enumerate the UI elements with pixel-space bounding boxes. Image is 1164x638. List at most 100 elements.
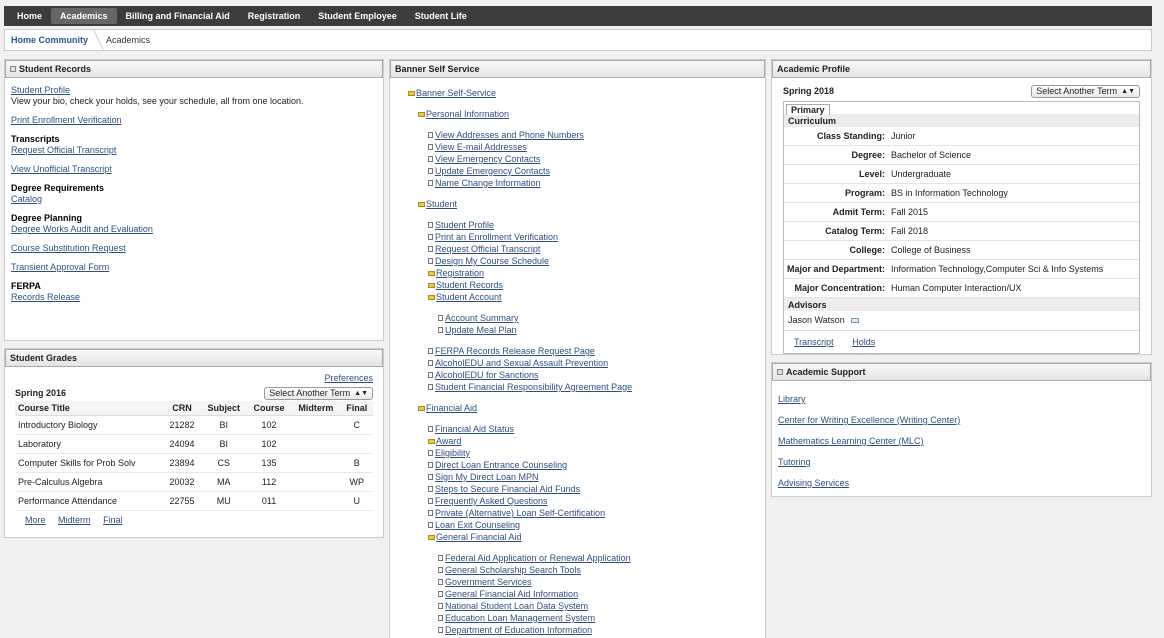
menu-tree-link[interactable]: Student Financial Responsibility Agreeme… xyxy=(435,382,632,392)
menu-tree-link[interactable]: National Student Loan Data System xyxy=(445,601,588,611)
menu-tree-item[interactable]: Financial Aid Status xyxy=(408,423,765,435)
menu-tree-link[interactable]: Banner Self-Service xyxy=(416,88,496,98)
menu-tree-item[interactable]: Award xyxy=(408,435,765,447)
nav-tab-student-employee[interactable]: Student Employee xyxy=(309,8,406,24)
menu-tree-link[interactable]: Direct Loan Entrance Counseling xyxy=(435,460,567,470)
menu-tree-item[interactable]: FERPA Records Release Request Page xyxy=(408,345,765,357)
tab-primary[interactable]: Primary xyxy=(786,104,830,115)
menu-tree-item[interactable]: Student Account xyxy=(408,291,765,303)
menu-tree-item[interactable]: Direct Loan Entrance Counseling xyxy=(408,459,765,471)
menu-tree-link[interactable]: Financial Aid Status xyxy=(435,424,514,434)
menu-tree-item[interactable]: Update Emergency Contacts xyxy=(408,165,765,177)
menu-tree-item[interactable]: Personal Information xyxy=(408,108,765,120)
menu-tree-link[interactable]: Loan Exit Counseling xyxy=(435,520,520,530)
menu-tree-link[interactable]: Student Profile xyxy=(435,220,494,230)
menu-tree-link[interactable]: Request Official Transcript xyxy=(435,244,540,254)
menu-tree-link[interactable]: Account Summary xyxy=(445,313,519,323)
student-profile-link[interactable]: Student Profile xyxy=(11,85,70,95)
menu-tree-item[interactable]: Banner Self-Service xyxy=(408,87,765,99)
nav-tab-academics[interactable]: Academics xyxy=(51,8,117,24)
menu-tree-item[interactable]: Student Financial Responsibility Agreeme… xyxy=(408,381,765,393)
final-link[interactable]: Final xyxy=(103,515,123,525)
menu-tree-link[interactable]: Personal Information xyxy=(426,109,509,119)
menu-tree-link[interactable]: Award xyxy=(436,436,461,446)
menu-tree-link[interactable]: General Scholarship Search Tools xyxy=(445,565,581,575)
menu-tree-item[interactable]: AlcoholEDU for Sanctions xyxy=(408,369,765,381)
collapse-icon[interactable] xyxy=(10,66,16,72)
menu-tree-link[interactable]: Federal Aid Application or Renewal Appli… xyxy=(445,553,631,563)
email-icon[interactable] xyxy=(851,318,860,323)
menu-tree-link[interactable]: Design My Course Schedule xyxy=(435,256,549,266)
menu-tree-link[interactable]: General Financial Aid xyxy=(436,532,522,542)
menu-tree-link[interactable]: AlcoholEDU for Sanctions xyxy=(435,370,539,380)
transient-approval-link[interactable]: Transient Approval Form xyxy=(11,262,109,272)
more-link[interactable]: More xyxy=(25,515,46,525)
nav-tab-home[interactable]: Home xyxy=(8,8,51,24)
menu-tree-item[interactable]: Account Summary xyxy=(408,312,765,324)
menu-tree-item[interactable]: Registration xyxy=(408,267,765,279)
preferences-link[interactable]: Preferences xyxy=(324,373,373,383)
print-enrollment-link[interactable]: Print Enrollment Verification xyxy=(11,115,122,125)
menu-tree-link[interactable]: General Financial Aid Information xyxy=(445,589,578,599)
request-transcript-link[interactable]: Request Official Transcript xyxy=(11,145,116,155)
menu-tree-link[interactable]: AlcoholEDU and Sexual Assault Prevention xyxy=(435,358,608,368)
nav-tab-student-life[interactable]: Student Life xyxy=(406,8,476,24)
menu-tree-link[interactable]: Update Emergency Contacts xyxy=(435,166,550,176)
tutoring-link[interactable]: Tutoring xyxy=(778,457,811,467)
menu-tree-item[interactable]: View E-mail Addresses xyxy=(408,141,765,153)
menu-tree-item[interactable]: View Addresses and Phone Numbers xyxy=(408,129,765,141)
nav-tab-registration[interactable]: Registration xyxy=(239,8,310,24)
menu-tree-item[interactable]: Eligibility xyxy=(408,447,765,459)
menu-tree-item[interactable]: General Scholarship Search Tools xyxy=(408,564,765,576)
menu-tree-link[interactable]: Sign My Direct Loan MPN xyxy=(435,472,539,482)
catalog-link[interactable]: Catalog xyxy=(11,194,42,204)
menu-tree-item[interactable]: Update Meal Plan xyxy=(408,324,765,336)
menu-tree-link[interactable]: View Emergency Contacts xyxy=(435,154,540,164)
menu-tree-item[interactable]: Education Loan Management System xyxy=(408,612,765,624)
nav-tab-billing[interactable]: Billing and Financial Aid xyxy=(117,8,239,24)
advising-services-link[interactable]: Advising Services xyxy=(778,478,849,488)
menu-tree-item[interactable]: Student Records xyxy=(408,279,765,291)
records-release-link[interactable]: Records Release xyxy=(11,292,80,302)
midterm-link[interactable]: Midterm xyxy=(58,515,91,525)
profile-term-select[interactable]: Select Another Term ▲▼ xyxy=(1031,84,1140,98)
unofficial-transcript-link[interactable]: View Unofficial Transcript xyxy=(11,164,112,174)
menu-tree-link[interactable]: FERPA Records Release Request Page xyxy=(435,346,595,356)
holds-link[interactable]: Holds xyxy=(852,337,875,347)
menu-tree-link[interactable]: Private (Alternative) Loan Self-Certific… xyxy=(435,508,605,518)
breadcrumb-home-link[interactable]: Home Community xyxy=(5,30,94,50)
library-link[interactable]: Library xyxy=(778,394,806,404)
menu-tree-link[interactable]: Frequently Asked Questions xyxy=(435,496,548,506)
menu-tree-item[interactable]: Department of Education Information xyxy=(408,624,765,636)
menu-tree-link[interactable]: Student Records xyxy=(436,280,503,290)
menu-tree-link[interactable]: Update Meal Plan xyxy=(445,325,517,335)
menu-tree-item[interactable]: View Emergency Contacts xyxy=(408,153,765,165)
writing-center-link[interactable]: Center for Writing Excellence (Writing C… xyxy=(778,415,960,425)
menu-tree-link[interactable]: Education Loan Management System xyxy=(445,613,595,623)
menu-tree-link[interactable]: Eligibility xyxy=(435,448,470,458)
menu-tree-link[interactable]: Student Account xyxy=(436,292,502,302)
menu-tree-link[interactable]: Print an Enrollment Verification xyxy=(435,232,558,242)
menu-tree-item[interactable]: Private (Alternative) Loan Self-Certific… xyxy=(408,507,765,519)
menu-tree-item[interactable]: Frequently Asked Questions xyxy=(408,495,765,507)
degree-works-link[interactable]: Degree Works Audit and Evaluation xyxy=(11,224,153,234)
menu-tree-item[interactable]: Name Change Information xyxy=(408,177,765,189)
menu-tree-item[interactable]: Student xyxy=(408,198,765,210)
menu-tree-link[interactable]: View E-mail Addresses xyxy=(435,142,527,152)
menu-tree-item[interactable]: Student Profile xyxy=(408,219,765,231)
menu-tree-link[interactable]: Government Services xyxy=(445,577,532,587)
menu-tree-item[interactable]: Government Services xyxy=(408,576,765,588)
menu-tree-item[interactable]: Request Official Transcript xyxy=(408,243,765,255)
menu-tree-link[interactable]: Department of Education Information xyxy=(445,625,592,635)
menu-tree-link[interactable]: Financial Aid xyxy=(426,403,477,413)
menu-tree-link[interactable]: Name Change Information xyxy=(435,178,541,188)
menu-tree-item[interactable]: Loan Exit Counseling xyxy=(408,519,765,531)
course-substitution-link[interactable]: Course Substitution Request xyxy=(11,243,126,253)
menu-tree-item[interactable]: AlcoholEDU and Sexual Assault Prevention xyxy=(408,357,765,369)
menu-tree-link[interactable]: View Addresses and Phone Numbers xyxy=(435,130,584,140)
menu-tree-item[interactable]: Print an Enrollment Verification xyxy=(408,231,765,243)
menu-tree-link[interactable]: Student xyxy=(426,199,457,209)
menu-tree-item[interactable]: Financial Aid xyxy=(408,402,765,414)
grades-term-select[interactable]: Select Another Term ▲▼ xyxy=(264,386,373,400)
menu-tree-link[interactable]: Registration xyxy=(436,268,484,278)
